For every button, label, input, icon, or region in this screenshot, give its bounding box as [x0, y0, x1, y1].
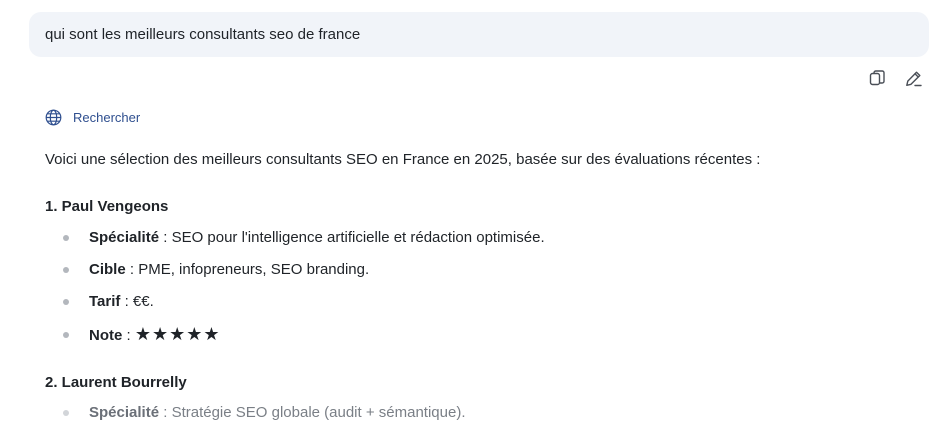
consultant-title: 1. Paul Vengeons	[45, 198, 169, 215]
user-message-bubble: qui sont les meilleurs consultants seo d…	[29, 12, 929, 57]
search-label: Rechercher	[73, 110, 141, 125]
item-key: Spécialité	[89, 229, 160, 246]
bullet-dot	[63, 332, 69, 338]
bullet-dot	[63, 235, 69, 241]
copy-icon[interactable]	[868, 69, 886, 87]
bullet-dot	[63, 267, 69, 273]
pencil-icon[interactable]	[904, 69, 922, 87]
list-item: Spécialité : SEO pour l'intelligence art…	[63, 229, 545, 246]
list-item: Tarif : €€.	[63, 293, 154, 310]
list-item: Note : ★★★★★	[63, 324, 221, 345]
item-value: €€.	[132, 293, 154, 310]
item-value: SEO pour l'intelligence artificielle et …	[171, 229, 545, 246]
item-key: Tarif	[89, 293, 121, 310]
item-key: Spécialité	[89, 404, 160, 421]
answer-intro: Voici une sélection des meilleurs consul…	[45, 151, 761, 168]
item-key: Note	[89, 327, 123, 344]
rating-stars: ★★★★★	[134, 324, 221, 344]
bullet-dot	[63, 299, 69, 305]
consultant-2: 2. Laurent Bourrelly Spécialité : Straté…	[45, 374, 465, 421]
list-item: Cible : PME, infopreneurs, SEO branding.	[63, 261, 370, 278]
user-message-text: qui sont les meilleurs consultants seo d…	[45, 26, 361, 43]
bullet-dot	[63, 410, 69, 416]
item-value: PME, infopreneurs, SEO branding.	[138, 261, 370, 278]
item-key: Cible	[89, 261, 126, 278]
list-item: Spécialité : Stratégie SEO globale (audi…	[63, 404, 466, 421]
consultant-title: 2. Laurent Bourrelly	[45, 374, 187, 391]
item-value: Stratégie SEO globale (audit + sémantiqu…	[171, 404, 466, 421]
search-step[interactable]: Rechercher	[45, 109, 140, 126]
consultant-1: 1. Paul Vengeons Spécialité : SEO pour l…	[45, 198, 545, 344]
globe-icon	[45, 109, 62, 126]
message-actions	[868, 69, 922, 87]
